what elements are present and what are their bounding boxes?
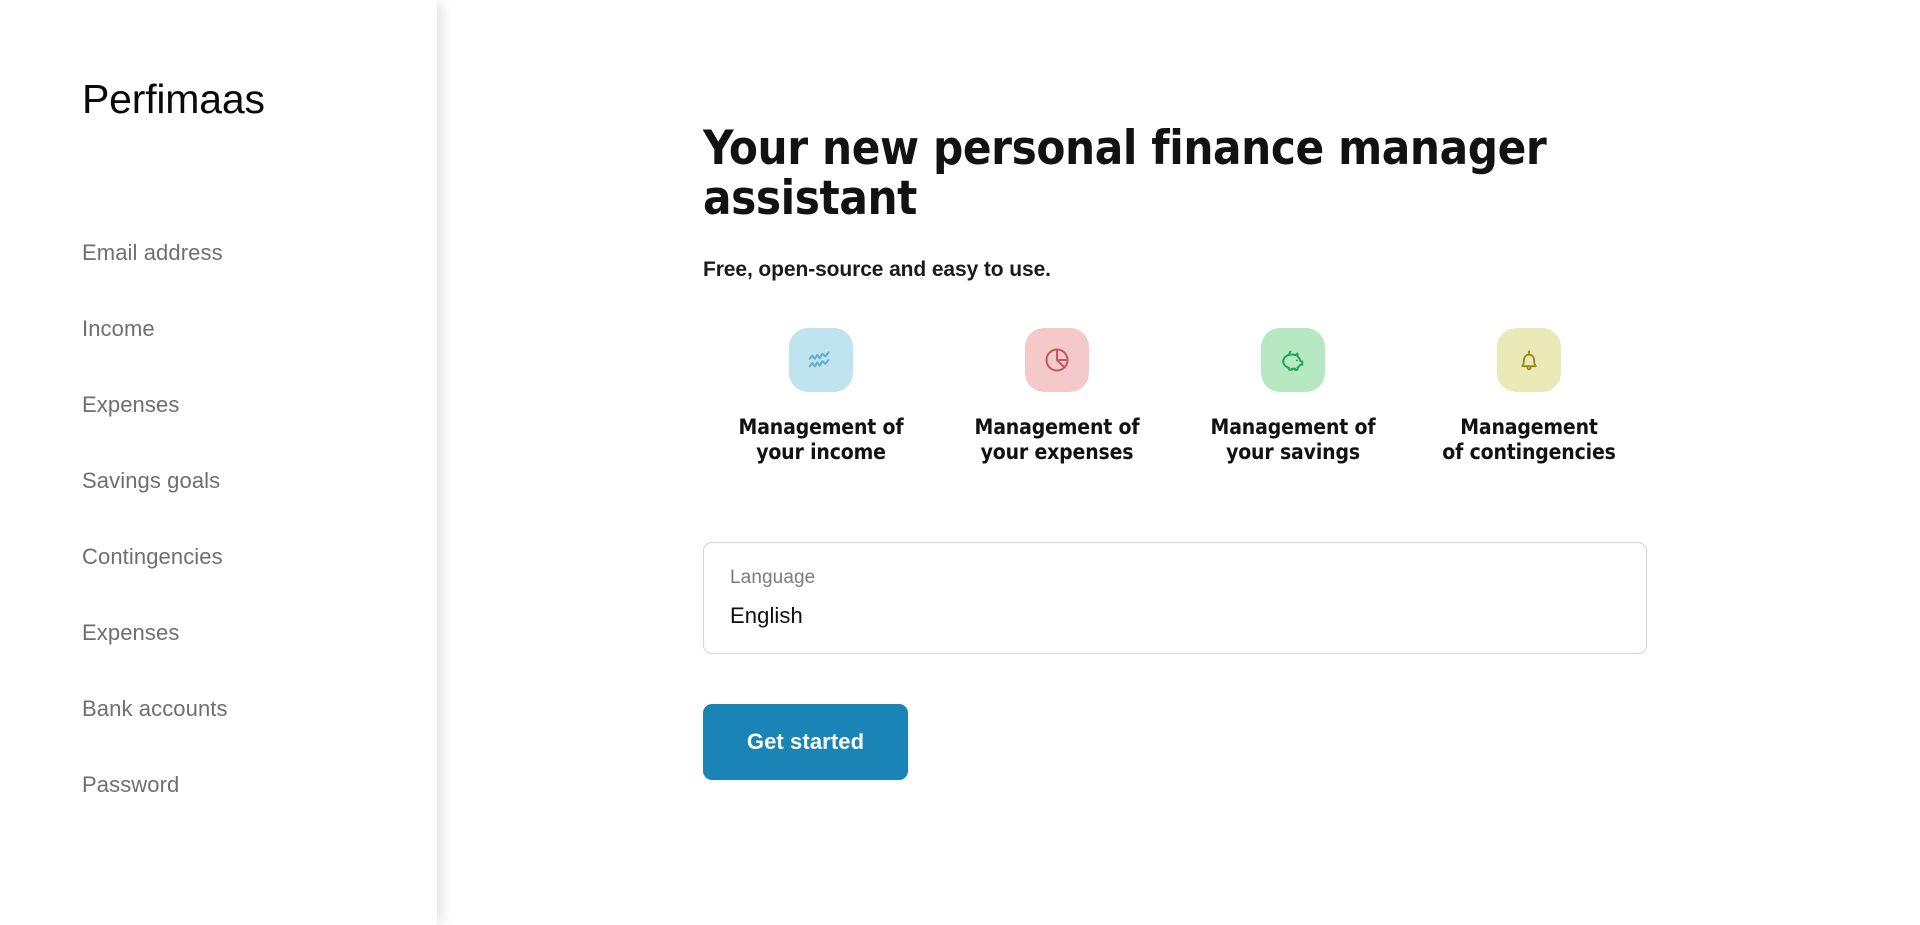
feature-label-expenses: Management of your expenses <box>974 414 1140 465</box>
sidebar-item-expenses-2[interactable]: Expenses <box>82 595 437 671</box>
feature-label-income: Management of your income <box>738 414 904 465</box>
language-select[interactable]: Language English <box>703 542 1647 655</box>
feature-item-savings: Management of your savings <box>1175 327 1411 467</box>
piggy-bank-icon <box>1278 345 1308 375</box>
language-select-value: English <box>730 603 803 629</box>
onboarding-panel: Your new personal finance manager assist… <box>703 121 1713 781</box>
app-root: Perfimaas Email address Income Expenses … <box>0 0 1920 925</box>
piggy-bank-badge <box>1261 327 1325 392</box>
feature-item-expenses: Management of your expenses <box>939 327 1175 467</box>
sidebar-item-expenses[interactable]: Expenses <box>82 367 437 443</box>
main-content: Your new personal finance manager assist… <box>437 0 1920 925</box>
sidebar-item-email-address[interactable]: Email address <box>82 215 437 291</box>
get-started-button[interactable]: Get started <box>703 704 908 781</box>
sidebar-item-income[interactable]: Income <box>82 291 437 367</box>
activity-wave-badge <box>789 327 853 392</box>
sidebar-item-password[interactable]: Password <box>82 747 437 823</box>
feature-label-savings: Management of your savings <box>1210 414 1376 465</box>
bell-icon <box>1515 346 1543 374</box>
feature-item-contingencies: Management of contingencies <box>1411 327 1647 467</box>
bell-badge <box>1497 327 1561 392</box>
feature-label-contingencies: Management of contingencies <box>1442 414 1616 465</box>
sidebar-item-bank-accounts[interactable]: Bank accounts <box>82 671 437 747</box>
sidebar: Perfimaas Email address Income Expenses … <box>0 0 437 925</box>
page-title: Your new personal finance manager assist… <box>703 121 1547 226</box>
language-select-label: Language <box>730 567 816 589</box>
feature-item-income: Management of your income <box>703 327 939 467</box>
sidebar-nav: Email address Income Expenses Savings go… <box>82 215 437 823</box>
pie-chart-icon <box>1042 345 1072 375</box>
page-subtitle: Free, open-source and easy to use. <box>703 257 1051 281</box>
sidebar-item-contingencies[interactable]: Contingencies <box>82 519 437 595</box>
pie-chart-badge <box>1025 327 1089 392</box>
sidebar-item-savings-goals[interactable]: Savings goals <box>82 443 437 519</box>
activity-wave-icon <box>806 345 836 375</box>
brand-logo: Perfimaas <box>82 76 265 122</box>
feature-list: Management of your income Management of … <box>703 327 1647 467</box>
